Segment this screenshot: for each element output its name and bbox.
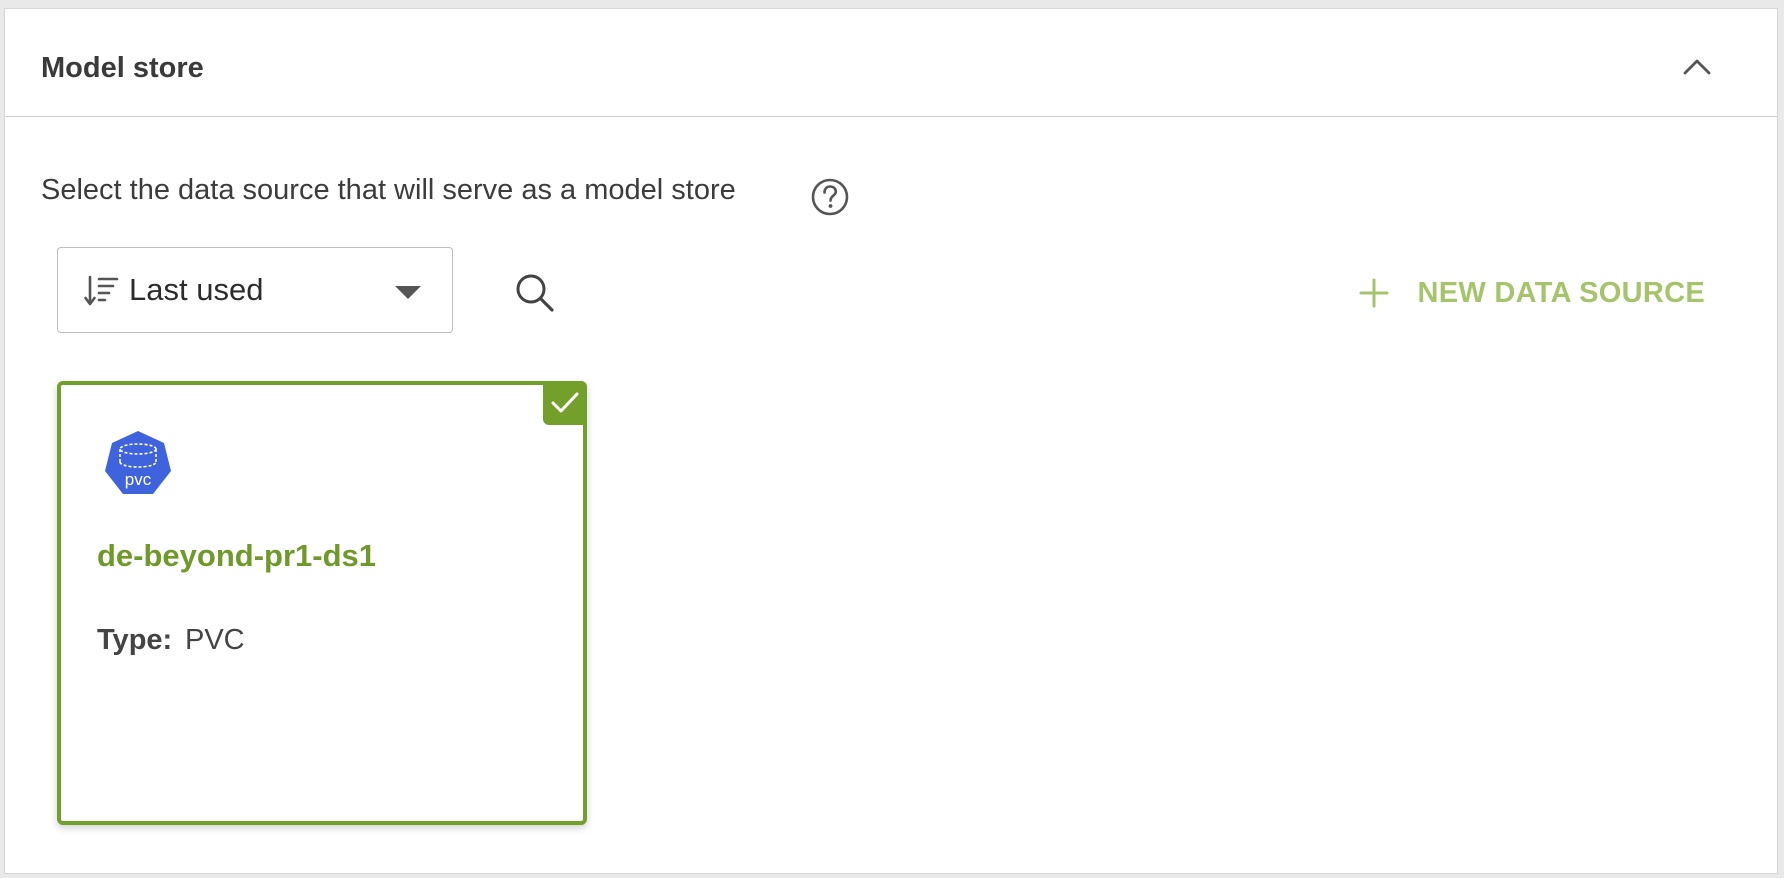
check-icon <box>551 392 579 413</box>
section-description: Select the data source that will serve a… <box>41 174 736 206</box>
search-icon <box>516 274 554 312</box>
panel-title: Model store <box>41 52 204 84</box>
data-source-type-value: PVC <box>185 624 245 656</box>
pvc-logo-text: pvc <box>125 470 152 489</box>
new-data-source-button[interactable]: NEW DATA SOURCE <box>1359 271 1705 315</box>
selected-badge <box>543 381 587 425</box>
data-source-type-label: Type: <box>97 624 173 656</box>
sort-descending-icon <box>84 275 119 306</box>
plus-icon <box>1359 278 1389 308</box>
pvc-logo-icon: pvc <box>105 431 171 494</box>
caret-down-icon <box>395 286 421 299</box>
search-button[interactable] <box>513 271 557 315</box>
model-store-panel: Model store Select the data source that … <box>4 8 1778 874</box>
data-source-card[interactable]: pvc de-beyond-pr1-ds1 Type: PVC <box>57 381 587 825</box>
collapse-button[interactable] <box>1675 45 1719 89</box>
panel-header[interactable]: Model store <box>5 9 1777 117</box>
chevron-up-icon <box>1683 59 1711 75</box>
data-source-name: de-beyond-pr1-ds1 <box>97 538 377 573</box>
sort-selected-value: Last used <box>129 272 264 307</box>
new-data-source-label: NEW DATA SOURCE <box>1417 277 1705 309</box>
sort-select[interactable]: Last used <box>57 247 453 333</box>
question-circle-icon <box>811 178 849 216</box>
help-button[interactable] <box>810 177 850 217</box>
